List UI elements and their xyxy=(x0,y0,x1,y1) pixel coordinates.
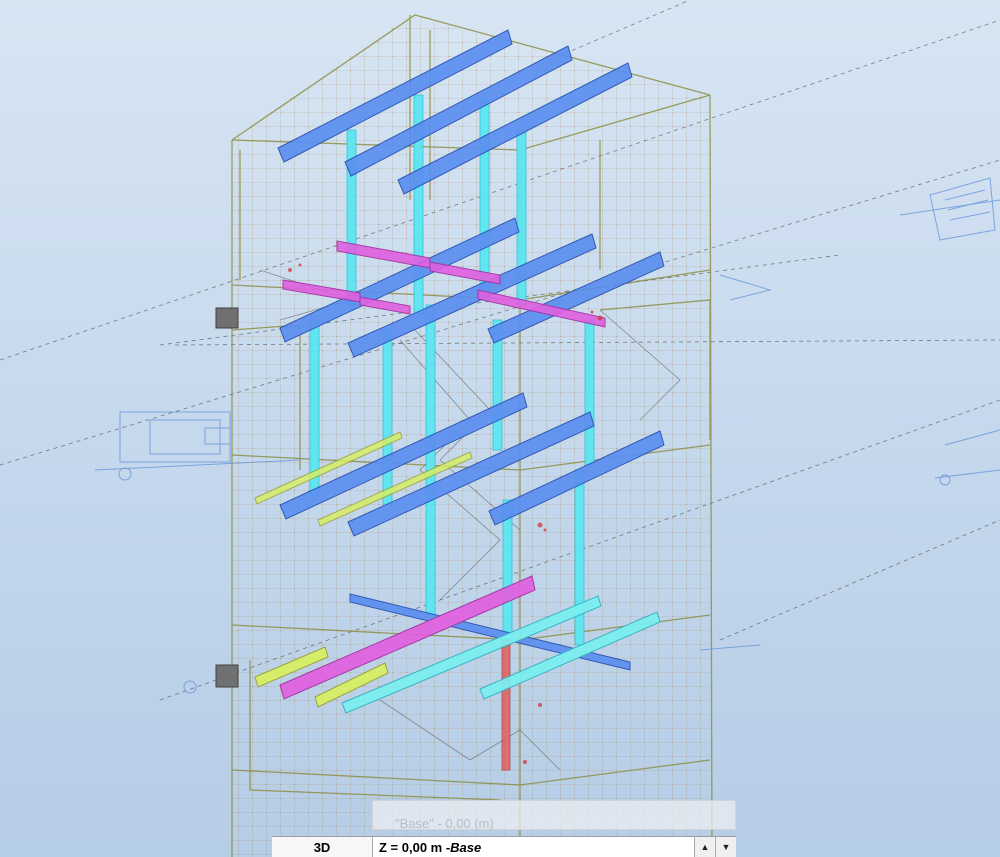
level-selector-field[interactable]: Z = 0,00 m - Base xyxy=(373,837,694,857)
triangle-up-icon: ▲ xyxy=(700,842,710,852)
support-icon xyxy=(215,664,239,688)
column xyxy=(584,319,595,466)
triangle-down-icon: ▼ xyxy=(721,842,731,852)
level-name: Base xyxy=(450,839,482,855)
support-icon xyxy=(215,307,239,329)
level-down-button[interactable]: ▼ xyxy=(715,837,736,857)
level-tooltip: "Base" - 0,00 (m) xyxy=(372,800,736,831)
level-tooltip-text: "Base" - 0,00 (m) xyxy=(395,816,494,831)
level-value: Z = 0,00 m - xyxy=(379,839,451,855)
level-up-button[interactable]: ▲ xyxy=(694,837,715,857)
column xyxy=(574,469,585,646)
column xyxy=(425,304,436,616)
model-3d-viewport[interactable] xyxy=(0,0,1000,857)
view-mode-button[interactable]: 3D xyxy=(272,837,373,857)
column xyxy=(479,99,490,301)
column xyxy=(382,329,393,506)
column-bottom xyxy=(501,639,511,771)
view-status-bar: 3D Z = 0,00 m - Base ▲ ▼ xyxy=(272,836,736,857)
column xyxy=(309,319,320,496)
column xyxy=(346,129,357,306)
